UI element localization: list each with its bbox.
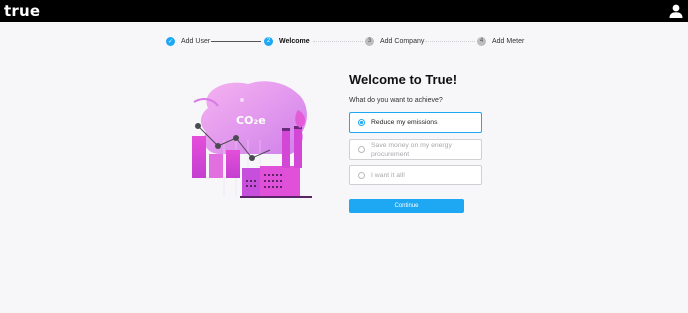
co2-text: CO₂e <box>236 114 266 127</box>
step-add-meter[interactable]: 4 Add Meter <box>477 35 524 47</box>
user-icon[interactable] <box>668 3 684 19</box>
option-label: Save money on my energy procurement <box>371 141 452 158</box>
check-icon: ✓ <box>166 36 175 46</box>
page-title: Welcome to True! <box>349 72 458 87</box>
option-label: I want it all! <box>371 171 405 179</box>
goal-question: What do you want to achieve? <box>349 97 443 104</box>
step-label: Add User <box>181 37 211 45</box>
option-save-money[interactable]: Save money on my energy procurement <box>349 139 482 160</box>
step-connector <box>425 41 475 42</box>
step-label: Add Company <box>380 37 425 45</box>
radio-selected-icon[interactable] <box>358 119 365 126</box>
true-logo[interactable]: true <box>4 2 40 20</box>
step-number: 3 <box>365 36 374 46</box>
top-bar: true <box>0 0 688 22</box>
step-connector <box>313 41 363 42</box>
radio-icon[interactable] <box>358 171 365 179</box>
step-add-user[interactable]: ✓ Add User <box>166 35 210 47</box>
co2-factory-illustration: CO₂e <box>192 81 312 198</box>
step-connector <box>211 41 261 42</box>
option-want-it-all[interactable]: I want it all! <box>349 165 482 185</box>
continue-button[interactable]: Continue <box>349 199 464 213</box>
step-label: Welcome <box>279 37 310 45</box>
step-number: 4 <box>477 36 486 46</box>
onboarding-stepper: ✓ Add User 2 Welcome 3 Add Company 4 Add… <box>166 35 526 47</box>
option-label: Reduce my emissions <box>371 119 438 126</box>
step-add-company[interactable]: 3 Add Company <box>365 35 424 47</box>
radio-icon[interactable] <box>358 146 365 153</box>
step-label: Add Meter <box>492 37 525 45</box>
option-reduce-emissions[interactable]: Reduce my emissions <box>349 112 482 133</box>
step-number: 2 <box>264 36 273 46</box>
step-welcome[interactable]: 2 Welcome <box>264 35 310 47</box>
